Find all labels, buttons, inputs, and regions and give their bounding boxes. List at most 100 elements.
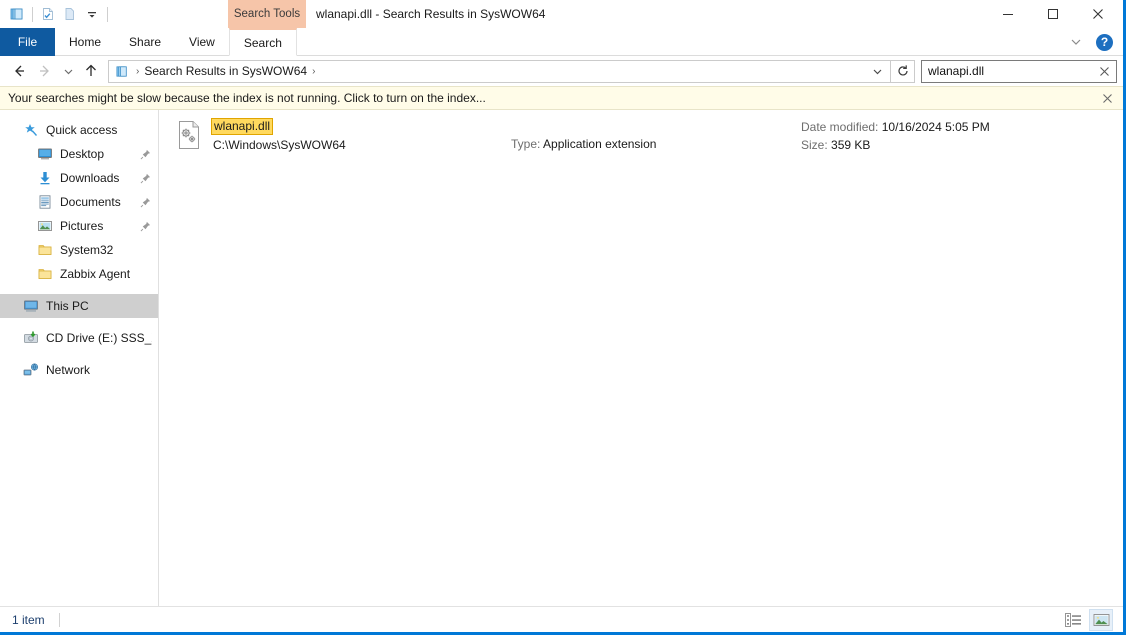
sidebar-item-quick-access-label: Quick access [46, 123, 152, 137]
size-row: Size: 359 KB [801, 138, 990, 152]
sidebar-item-cd-drive[interactable]: CD Drive (E:) SSS_X64 [0, 326, 158, 350]
help-icon-label: ? [1101, 35, 1108, 49]
table-row[interactable]: wlanapi.dll C:\Windows\SysWOW64 Type: Ap… [159, 110, 1123, 156]
qat-separator-2 [107, 7, 108, 22]
dll-file-icon [177, 120, 201, 150]
search-results-list[interactable]: wlanapi.dll C:\Windows\SysWOW64 Type: Ap… [159, 110, 1123, 606]
contextual-tab-header: Search Tools [228, 0, 306, 28]
properties-icon[interactable] [37, 3, 59, 25]
sidebar-item-quick-access[interactable]: Quick access [0, 118, 158, 142]
status-bar: 1 item [0, 606, 1123, 632]
tab-home-label: Home [69, 35, 101, 49]
sidebar-item-network[interactable]: Network [0, 358, 158, 382]
window-controls [985, 0, 1120, 28]
notification-close-icon[interactable] [1097, 88, 1117, 108]
tab-view[interactable]: View [175, 28, 229, 56]
sidebar-item-pictures[interactable]: Pictures [0, 214, 158, 238]
help-icon[interactable]: ? [1096, 34, 1113, 51]
close-icon[interactable] [1094, 61, 1114, 81]
nav-gap-2 [0, 318, 158, 326]
view-buttons [1061, 609, 1119, 631]
sidebar-item-downloads-label: Downloads [60, 171, 138, 185]
search-input[interactable] [928, 64, 1094, 78]
date-modified-label: Date modified: [801, 120, 878, 134]
sidebar-item-desktop[interactable]: Desktop [0, 142, 158, 166]
file-path: C:\Windows\SysWOW64 [211, 138, 511, 152]
search-box[interactable] [921, 60, 1117, 83]
breadcrumb-dropdown-icon[interactable] [866, 61, 888, 82]
window-title-text: wlanapi.dll - Search Results in SysWOW64 [316, 7, 545, 21]
cd-drive-icon [22, 329, 40, 347]
desktop-icon [36, 145, 54, 163]
date-modified-row: Date modified: 10/16/2024 5:05 PM [801, 120, 990, 134]
tab-file-label: File [18, 35, 37, 49]
explorer-window: Search Tools wlanapi.dll - Search Result… [0, 0, 1126, 635]
sidebar-item-cd-drive-label: CD Drive (E:) SSS_X64 [46, 331, 152, 345]
network-icon [22, 361, 40, 379]
breadcrumb-item-search-results[interactable]: Search Results in SysWOW64 [144, 64, 307, 78]
window-title: wlanapi.dll - Search Results in SysWOW64 [316, 0, 545, 28]
sidebar-item-desktop-label: Desktop [60, 147, 138, 161]
pin-icon[interactable] [138, 149, 152, 160]
tab-home[interactable]: Home [55, 28, 115, 56]
forward-button[interactable] [32, 58, 58, 84]
details-view-button[interactable] [1061, 609, 1085, 631]
ribbon-right-controls: ? [1064, 28, 1117, 56]
star-pin-icon [22, 121, 40, 139]
customize-dropdown-icon[interactable] [81, 3, 103, 25]
tab-search-label: Search [244, 36, 282, 50]
size-label: Size: [801, 138, 828, 152]
maximize-button[interactable] [1030, 0, 1075, 28]
explorer-icon[interactable] [6, 3, 28, 25]
pin-icon[interactable] [138, 221, 152, 232]
breadcrumb[interactable]: › Search Results in SysWOW64 › [108, 60, 891, 83]
sidebar-item-downloads[interactable]: Downloads [0, 166, 158, 190]
index-notification-bar[interactable]: Your searches might be slow because the … [0, 86, 1123, 110]
large-icons-view-button[interactable] [1089, 609, 1113, 631]
file-name[interactable]: wlanapi.dll [211, 118, 273, 135]
date-modified-value: 10/16/2024 5:05 PM [882, 120, 990, 134]
content-area: Quick access Desktop [0, 110, 1123, 606]
recent-locations-button[interactable] [58, 58, 78, 84]
sidebar-item-system32-label: System32 [60, 243, 152, 257]
close-button[interactable] [1075, 0, 1120, 28]
nav-gap-1 [0, 286, 158, 294]
file-type-column: Type: Application extension [511, 118, 801, 151]
sidebar-item-network-label: Network [46, 363, 152, 377]
pin-icon[interactable] [138, 173, 152, 184]
chevron-down-icon[interactable] [1064, 30, 1088, 54]
breadcrumb-separator-2[interactable]: › [307, 66, 320, 77]
tab-share[interactable]: Share [115, 28, 175, 56]
qat-separator [32, 7, 33, 22]
ribbon-tab-strip: File Home Share View Search ? [0, 28, 1123, 56]
back-button[interactable] [6, 58, 32, 84]
sidebar-item-system32[interactable]: System32 [0, 238, 158, 262]
nav-gap-3 [0, 350, 158, 358]
navigation-pane: Quick access Desktop [0, 110, 159, 606]
sidebar-item-pictures-label: Pictures [60, 219, 138, 233]
file-meta-column: Date modified: 10/16/2024 5:05 PM Size: … [801, 118, 990, 152]
file-name-column: wlanapi.dll C:\Windows\SysWOW64 [211, 118, 511, 152]
sidebar-item-documents-label: Documents [60, 195, 138, 209]
refresh-button[interactable] [891, 60, 915, 83]
status-separator [59, 613, 60, 627]
pin-icon[interactable] [138, 197, 152, 208]
quick-access-toolbar [0, 0, 112, 28]
minimize-button[interactable] [985, 0, 1030, 28]
tab-view-label: View [189, 35, 215, 49]
new-folder-icon[interactable] [59, 3, 81, 25]
breadcrumb-separator-1[interactable]: › [131, 66, 144, 77]
sidebar-item-zabbix-agent[interactable]: Zabbix Agent [0, 262, 158, 286]
sidebar-item-documents[interactable]: Documents [0, 190, 158, 214]
sidebar-item-this-pc[interactable]: This PC [0, 294, 158, 318]
index-notification-message[interactable]: Your searches might be slow because the … [8, 91, 1097, 105]
folder-icon [36, 241, 54, 259]
sidebar-item-zabbix-agent-label: Zabbix Agent [60, 267, 152, 281]
type-value: Application extension [543, 137, 656, 151]
type-label: Type: [511, 137, 540, 151]
item-count: 1 item [12, 613, 45, 627]
up-button[interactable] [78, 58, 104, 84]
tab-file[interactable]: File [0, 28, 55, 56]
contextual-tab-header-label: Search Tools [234, 8, 300, 20]
tab-search[interactable]: Search [229, 28, 297, 56]
